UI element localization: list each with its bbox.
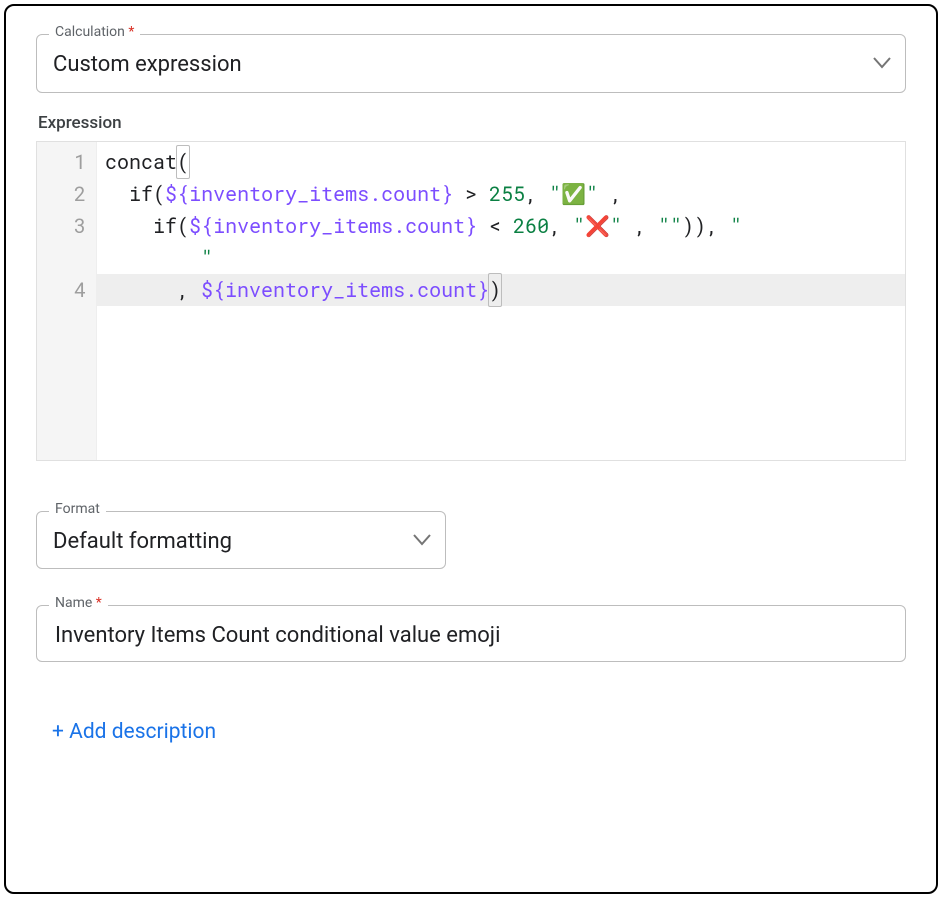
caret-down-icon — [413, 534, 431, 546]
editor-code[interactable]: concat( if(${inventory_items.count} > 25… — [97, 142, 905, 460]
calculation-label: Calculation * — [49, 25, 140, 39]
format-select[interactable]: Format Default formatting — [36, 511, 446, 570]
expression-label: Expression — [38, 113, 906, 133]
editor-gutter: 1234 — [37, 142, 97, 460]
format-value: Default formatting — [53, 528, 429, 557]
name-input[interactable] — [53, 622, 889, 649]
calculation-value: Custom expression — [53, 51, 889, 80]
format-label: Format — [49, 502, 106, 516]
name-label: Name * — [49, 596, 108, 610]
dialog-panel: Calculation * Custom expression Expressi… — [4, 4, 938, 894]
add-description-link[interactable]: + Add description — [52, 720, 216, 744]
caret-down-icon — [873, 57, 891, 69]
name-field[interactable]: Name * — [36, 605, 906, 662]
calculation-select[interactable]: Calculation * Custom expression — [36, 34, 906, 93]
expression-editor[interactable]: 1234 concat( if(${inventory_items.count}… — [36, 141, 906, 461]
